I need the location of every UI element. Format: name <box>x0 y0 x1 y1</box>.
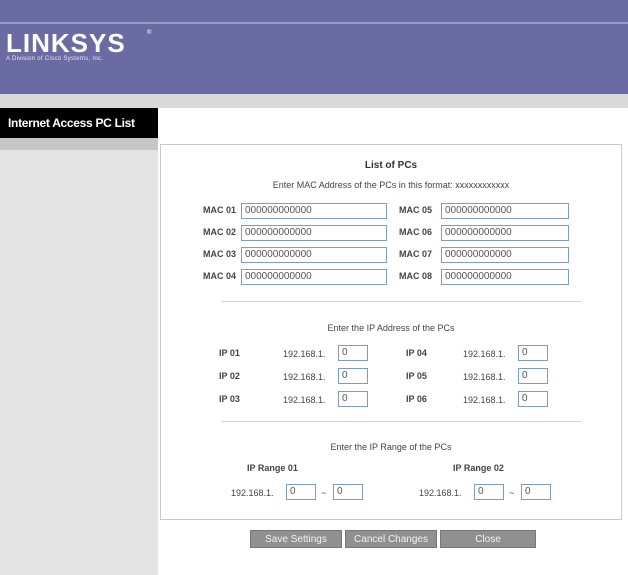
range-instruction: Enter the IP Range of the PCs <box>330 442 452 452</box>
mac-04-input[interactable]: 000000000000 <box>241 269 387 285</box>
save-settings-button[interactable]: Save Settings <box>250 530 342 548</box>
sidebar-title: Internet Access PC List <box>0 108 158 138</box>
ip-06-input[interactable]: 0 <box>518 391 548 407</box>
mac-03-input[interactable]: 000000000000 <box>241 247 387 263</box>
mac-03-label: MAC 03 <box>203 249 237 259</box>
sidebar <box>0 108 158 575</box>
ip-03-input[interactable]: 0 <box>338 391 368 407</box>
mac-05-input[interactable]: 000000000000 <box>441 203 569 219</box>
ip-instruction: Enter the IP Address of the PCs <box>327 323 455 333</box>
mac-02-input[interactable]: 000000000000 <box>241 225 387 241</box>
ip-01-label: IP 01 <box>219 348 240 358</box>
ip-range-02-label: IP Range 02 <box>453 463 504 473</box>
ip-range-01-label: IP Range 01 <box>247 463 298 473</box>
ip-range-01-separator: ~ <box>321 488 327 498</box>
mac-01-input[interactable]: 000000000000 <box>241 203 387 219</box>
mac-07-input[interactable]: 000000000000 <box>441 247 569 263</box>
ip-range-02-separator: ~ <box>509 488 515 498</box>
ip-03-prefix: 192.168.1. <box>283 395 326 405</box>
sidebar-band <box>0 138 158 150</box>
ip-05-label: IP 05 <box>406 371 427 381</box>
ip-03-label: IP 03 <box>219 394 240 404</box>
linksys-logo: LINKSYS <box>6 28 126 58</box>
logo-trademark: ® <box>147 30 152 36</box>
ip-range-01-start-input[interactable]: 0 <box>286 484 316 500</box>
ip-06-prefix: 192.168.1. <box>463 395 506 405</box>
ip-06-label: IP 06 <box>406 394 427 404</box>
ip-01-prefix: 192.168.1. <box>283 349 326 359</box>
section-divider <box>221 421 581 422</box>
logo-tagline: A Division of Cisco Systems, Inc. <box>6 56 104 62</box>
panel-title: List of PCs <box>364 160 418 171</box>
pc-list-panel: List of PCs Enter MAC Address of the PCs… <box>160 144 622 520</box>
mac-04-label: MAC 04 <box>203 271 237 281</box>
ip-04-input[interactable]: 0 <box>518 345 548 361</box>
mac-02-label: MAC 02 <box>203 227 237 237</box>
mac-06-input[interactable]: 000000000000 <box>441 225 569 241</box>
ip-02-label: IP 02 <box>219 371 240 381</box>
mac-08-label: MAC 08 <box>399 271 433 281</box>
ip-05-input[interactable]: 0 <box>518 368 548 384</box>
ip-range-02-start-input[interactable]: 0 <box>474 484 504 500</box>
close-button[interactable]: Close <box>440 530 536 548</box>
ip-02-input[interactable]: 0 <box>338 368 368 384</box>
ip-01-input[interactable]: 0 <box>338 345 368 361</box>
ip-02-prefix: 192.168.1. <box>283 372 326 382</box>
ip-04-prefix: 192.168.1. <box>463 349 506 359</box>
ip-range-02-end-input[interactable]: 0 <box>521 484 551 500</box>
mac-05-label: MAC 05 <box>399 205 433 215</box>
mac-01-label: MAC 01 <box>203 205 237 215</box>
ip-05-prefix: 192.168.1. <box>463 372 506 382</box>
mac-07-label: MAC 07 <box>399 249 433 259</box>
ip-range-01-prefix: 192.168.1. <box>231 488 274 498</box>
mac-06-label: MAC 06 <box>399 227 433 237</box>
ip-range-02-prefix: 192.168.1. <box>419 488 462 498</box>
mac-instruction: Enter MAC Address of the PCs in this for… <box>272 180 510 190</box>
top-bar <box>0 0 628 22</box>
header-band <box>0 94 628 108</box>
mac-08-input[interactable]: 000000000000 <box>441 269 569 285</box>
ip-range-01-end-input[interactable]: 0 <box>333 484 363 500</box>
ip-04-label: IP 04 <box>406 348 427 358</box>
section-divider <box>221 301 581 302</box>
cancel-changes-button[interactable]: Cancel Changes <box>345 530 437 548</box>
